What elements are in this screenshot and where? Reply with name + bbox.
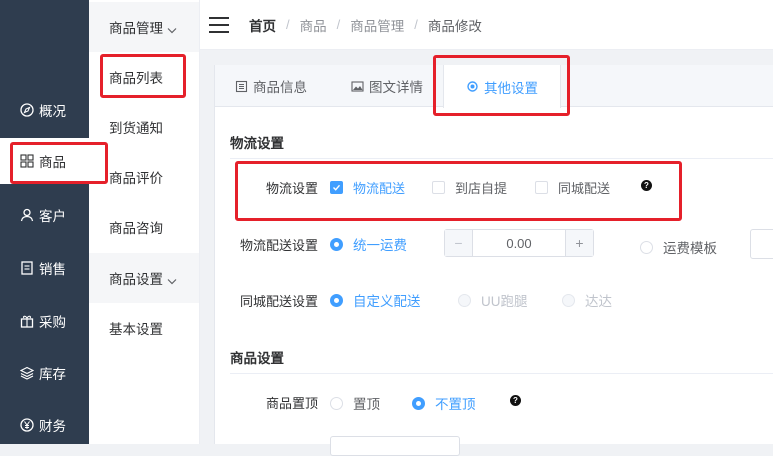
radio-pin-top[interactable]: 置顶 — [330, 393, 380, 413]
sub-sidebar: 商品管理 商品列表 到货通知 商品评价 商品咨询 商品设置 基本设置 — [89, 0, 200, 444]
hamburger-menu-icon[interactable] — [209, 16, 229, 33]
nav-item-label: 财务 — [39, 419, 66, 434]
radio-label: 不置顶 — [435, 397, 476, 412]
increment-button[interactable]: + — [565, 230, 593, 256]
nav-item-label: 销售 — [39, 262, 66, 277]
shipping-template-select[interactable] — [750, 229, 773, 259]
radio-label: 自定义配送 — [353, 294, 421, 309]
breadcrumb: 首页 / 商品 / 商品管理 / 商品修改 — [249, 15, 482, 35]
layers-icon — [20, 366, 34, 380]
chevron-down-icon — [167, 274, 177, 284]
section-title-logistics: 物流设置 — [230, 136, 284, 151]
submenu-item-label: 到货通知 — [109, 121, 163, 136]
breadcrumb-separator: / — [414, 17, 418, 32]
tab-label: 图文详情 — [369, 80, 423, 95]
decrement-button[interactable]: − — [445, 230, 473, 256]
radio-label: 置顶 — [353, 397, 380, 412]
checkbox-city-delivery[interactable]: 同城配送 — [535, 178, 610, 197]
nav-item-customers[interactable]: 客户 — [0, 192, 89, 238]
submenu-item-label: 商品列表 — [109, 71, 163, 86]
pin-goods-label: 商品置顶 — [266, 396, 319, 411]
tab-image-text[interactable]: 图文详情 — [351, 65, 423, 107]
image-icon — [351, 80, 364, 93]
fee-value[interactable]: 0.00 — [473, 230, 565, 256]
submenu-item-goods-list[interactable]: 商品列表 — [89, 55, 199, 99]
grid-icon — [20, 154, 34, 168]
radio-label: 统一运费 — [353, 238, 407, 253]
nav-item-overview[interactable]: 概况 — [0, 87, 89, 133]
radio-dada[interactable]: 达达 — [562, 290, 612, 310]
submenu-item-basic-settings[interactable]: 基本设置 — [89, 306, 199, 350]
submenu-group-label: 商品设置 — [109, 272, 163, 287]
nav-item-label: 概况 — [39, 104, 66, 119]
radio-label: UU跑腿 — [481, 294, 528, 309]
nav-item-finance[interactable]: 财务 — [0, 402, 89, 448]
document-icon — [20, 261, 34, 275]
radio-custom-delivery[interactable]: 自定义配送 — [330, 290, 421, 310]
list-icon — [235, 80, 248, 93]
help-icon[interactable]: ? — [510, 395, 521, 406]
radio-no-pin[interactable]: 不置顶 — [412, 393, 476, 413]
tab-label: 商品信息 — [253, 80, 307, 95]
checkbox-logistics-delivery[interactable]: 物流配送 — [330, 178, 405, 197]
user-icon — [20, 208, 34, 222]
nav-item-label: 商品 — [39, 155, 66, 170]
submenu-group-goods-settings[interactable]: 商品设置 — [89, 253, 199, 303]
breadcrumb-separator: / — [336, 17, 341, 32]
checkbox-label: 物流配送 — [353, 181, 406, 196]
goods-setting-input[interactable] — [330, 436, 460, 456]
submenu-group-goods-management[interactable]: 商品管理 — [89, 2, 199, 52]
checkbox-store-pickup[interactable]: 到店自提 — [432, 178, 507, 197]
checkbox-label: 到店自提 — [455, 181, 508, 196]
submenu-item-label: 商品咨询 — [109, 221, 163, 236]
fee-stepper[interactable]: − 0.00 + — [444, 229, 594, 257]
submenu-item-label: 基本设置 — [109, 322, 163, 337]
radio-shipping-template[interactable]: 运费模板 — [640, 237, 717, 257]
tab-other-settings[interactable]: 其他设置 — [443, 65, 561, 108]
main-sidebar: 概况 商品 客户 销售 采购 库存 财务 — [0, 0, 89, 444]
help-icon[interactable]: ? — [641, 180, 652, 191]
nav-item-label: 库存 — [39, 367, 66, 382]
chevron-down-icon — [167, 23, 177, 33]
breadcrumb-goods[interactable]: 商品 — [300, 15, 327, 35]
radio-label: 运费模板 — [663, 241, 717, 256]
section-divider — [230, 158, 773, 159]
nav-item-purchase[interactable]: 采购 — [0, 298, 89, 344]
nav-item-goods[interactable]: 商品 — [0, 138, 89, 184]
radio-label: 达达 — [585, 294, 612, 309]
radio-uniform-fee[interactable]: 统一运费 — [330, 234, 407, 254]
nav-item-inventory[interactable]: 库存 — [0, 350, 89, 396]
submenu-item-arrival-notice[interactable]: 到货通知 — [89, 105, 199, 149]
submenu-item-label: 商品评价 — [109, 171, 163, 186]
breadcrumb-home[interactable]: 首页 — [249, 15, 276, 35]
section-divider — [230, 373, 773, 374]
checkbox-checked-icon — [330, 181, 343, 194]
breadcrumb-goods-edit: 商品修改 — [427, 18, 482, 34]
submenu-group-label: 商品管理 — [109, 21, 163, 36]
checkbox-label: 同城配送 — [558, 181, 611, 196]
radio-uu-paotui[interactable]: UU跑腿 — [458, 290, 528, 310]
gift-icon — [20, 314, 34, 328]
submenu-item-goods-inquiry[interactable]: 商品咨询 — [89, 205, 199, 249]
section-title-goods: 商品设置 — [230, 351, 284, 366]
delivery-setting-label: 物流配送设置 — [240, 238, 319, 253]
breadcrumb-goods-management[interactable]: 商品管理 — [350, 15, 404, 35]
nav-item-sales[interactable]: 销售 — [0, 245, 89, 291]
logistics-setting-label: 物流设置 — [266, 181, 319, 196]
top-header: 首页 / 商品 / 商品管理 / 商品修改 — [200, 0, 773, 50]
city-delivery-label: 同城配送设置 — [240, 294, 319, 309]
tab-bar: 商品信息 图文详情 其他设置 — [215, 65, 773, 108]
yen-icon — [20, 418, 34, 432]
tab-label: 其他设置 — [484, 80, 538, 96]
nav-item-label: 采购 — [39, 315, 66, 330]
tab-goods-info[interactable]: 商品信息 — [235, 65, 307, 107]
nav-item-label: 客户 — [39, 209, 66, 224]
compass-icon — [20, 103, 34, 117]
settings-icon — [466, 80, 479, 93]
submenu-item-goods-review[interactable]: 商品评价 — [89, 155, 199, 199]
breadcrumb-separator: / — [286, 17, 290, 32]
